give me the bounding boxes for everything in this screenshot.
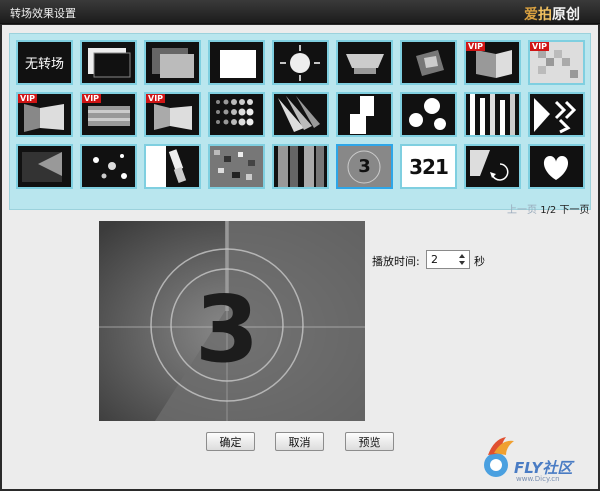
curl-icon: [22, 152, 62, 182]
noise-icon: [210, 146, 263, 187]
duration-unit: 秒: [474, 255, 485, 268]
slide-icon: [88, 48, 131, 78]
heart-icon: [543, 156, 569, 180]
transition-thumb-curtain[interactable]: [272, 144, 329, 189]
stripes-icon: [470, 94, 515, 135]
brand-logo: 爱拍原创: [524, 7, 580, 23]
transition-thumb-brush[interactable]: [144, 144, 201, 189]
fade-icon: [152, 48, 194, 78]
transition-thumb-zoom[interactable]: [272, 40, 329, 85]
zoom-icon: [280, 45, 320, 81]
transition-thumb-cube[interactable]: VIP: [464, 40, 521, 85]
ok-button[interactable]: 确定: [206, 432, 255, 451]
transition-thumb-heart[interactable]: [528, 144, 585, 189]
spin-down-icon[interactable]: [459, 261, 465, 265]
wipe-icon: [220, 50, 256, 78]
title-bar: 转场效果设置 爱拍原创: [0, 0, 600, 24]
transition-thumb-slide[interactable]: [80, 40, 137, 85]
turn-icon: [470, 150, 509, 181]
transition-thumb-page[interactable]: VIP: [16, 92, 73, 137]
cancel-button[interactable]: 取消: [275, 432, 324, 451]
countdown-preview: 3: [99, 221, 365, 421]
rotate-icon: [416, 50, 444, 76]
dots-icon: [216, 99, 254, 126]
brush-icon: [146, 146, 187, 187]
transition-thumb-rotate[interactable]: [400, 40, 457, 85]
flip-icon: [346, 54, 384, 74]
next-page-link[interactable]: 下一页: [559, 205, 589, 216]
transition-thumb-door[interactable]: VIP: [144, 92, 201, 137]
transition-thumb-curl[interactable]: [16, 144, 73, 189]
transition-thumb-arrows[interactable]: [528, 92, 585, 137]
fan-icon: [278, 96, 320, 132]
duration-spinner[interactable]: 2: [426, 250, 470, 269]
arrows-icon: [534, 98, 577, 134]
watermark-url: www.Dicy.cn: [516, 475, 560, 483]
transition-thumb-321[interactable]: 321: [400, 144, 457, 189]
transition-thumb-circles[interactable]: [400, 92, 457, 137]
transition-thumb-countdown[interactable]: 3: [336, 144, 393, 189]
transition-thumb-blocks[interactable]: [336, 92, 393, 137]
preview-number: 3: [195, 276, 259, 383]
transition-thumb-mosaic[interactable]: VIP: [528, 40, 585, 85]
transition-thumb-stripes[interactable]: [464, 92, 521, 137]
pager: 上一页 1/2 下一页: [507, 201, 589, 216]
dialog-content: 无转场 VIP VIP VIP VIP VIP 3 321 上一页 1/2 下一…: [2, 25, 598, 489]
transition-thumb-blur[interactable]: VIP: [80, 92, 137, 137]
transition-thumb-flip[interactable]: [336, 40, 393, 85]
circles-icon: [409, 98, 446, 130]
transition-thumb-sparkle[interactable]: [80, 144, 137, 189]
transition-thumb-fade[interactable]: [144, 40, 201, 85]
transition-thumb-fan[interactable]: [272, 92, 329, 137]
transition-thumb-wipe[interactable]: [208, 40, 265, 85]
duration-label: 播放时间:: [372, 255, 420, 268]
transition-gallery: 无转场 VIP VIP VIP VIP VIP 3 321 上一页 1/2 下一…: [9, 33, 591, 216]
sparkle-icon: [93, 154, 127, 179]
transition-thumb-dots[interactable]: [208, 92, 265, 137]
curtain-icon: [278, 146, 324, 187]
transition-thumb-none[interactable]: 无转场: [16, 40, 73, 85]
transition-thumb-turn[interactable]: [464, 144, 521, 189]
spin-up-icon[interactable]: [459, 254, 465, 258]
preview-button[interactable]: 预览: [345, 432, 394, 451]
blocks-icon: [350, 96, 374, 134]
duration-value[interactable]: 2: [431, 253, 438, 266]
total-pages: /2: [546, 205, 557, 216]
transition-thumb-noise[interactable]: [208, 144, 265, 189]
preview-panel: 3: [99, 221, 365, 421]
window-title: 转场效果设置: [10, 7, 76, 20]
prev-page-link[interactable]: 上一页: [507, 205, 537, 216]
